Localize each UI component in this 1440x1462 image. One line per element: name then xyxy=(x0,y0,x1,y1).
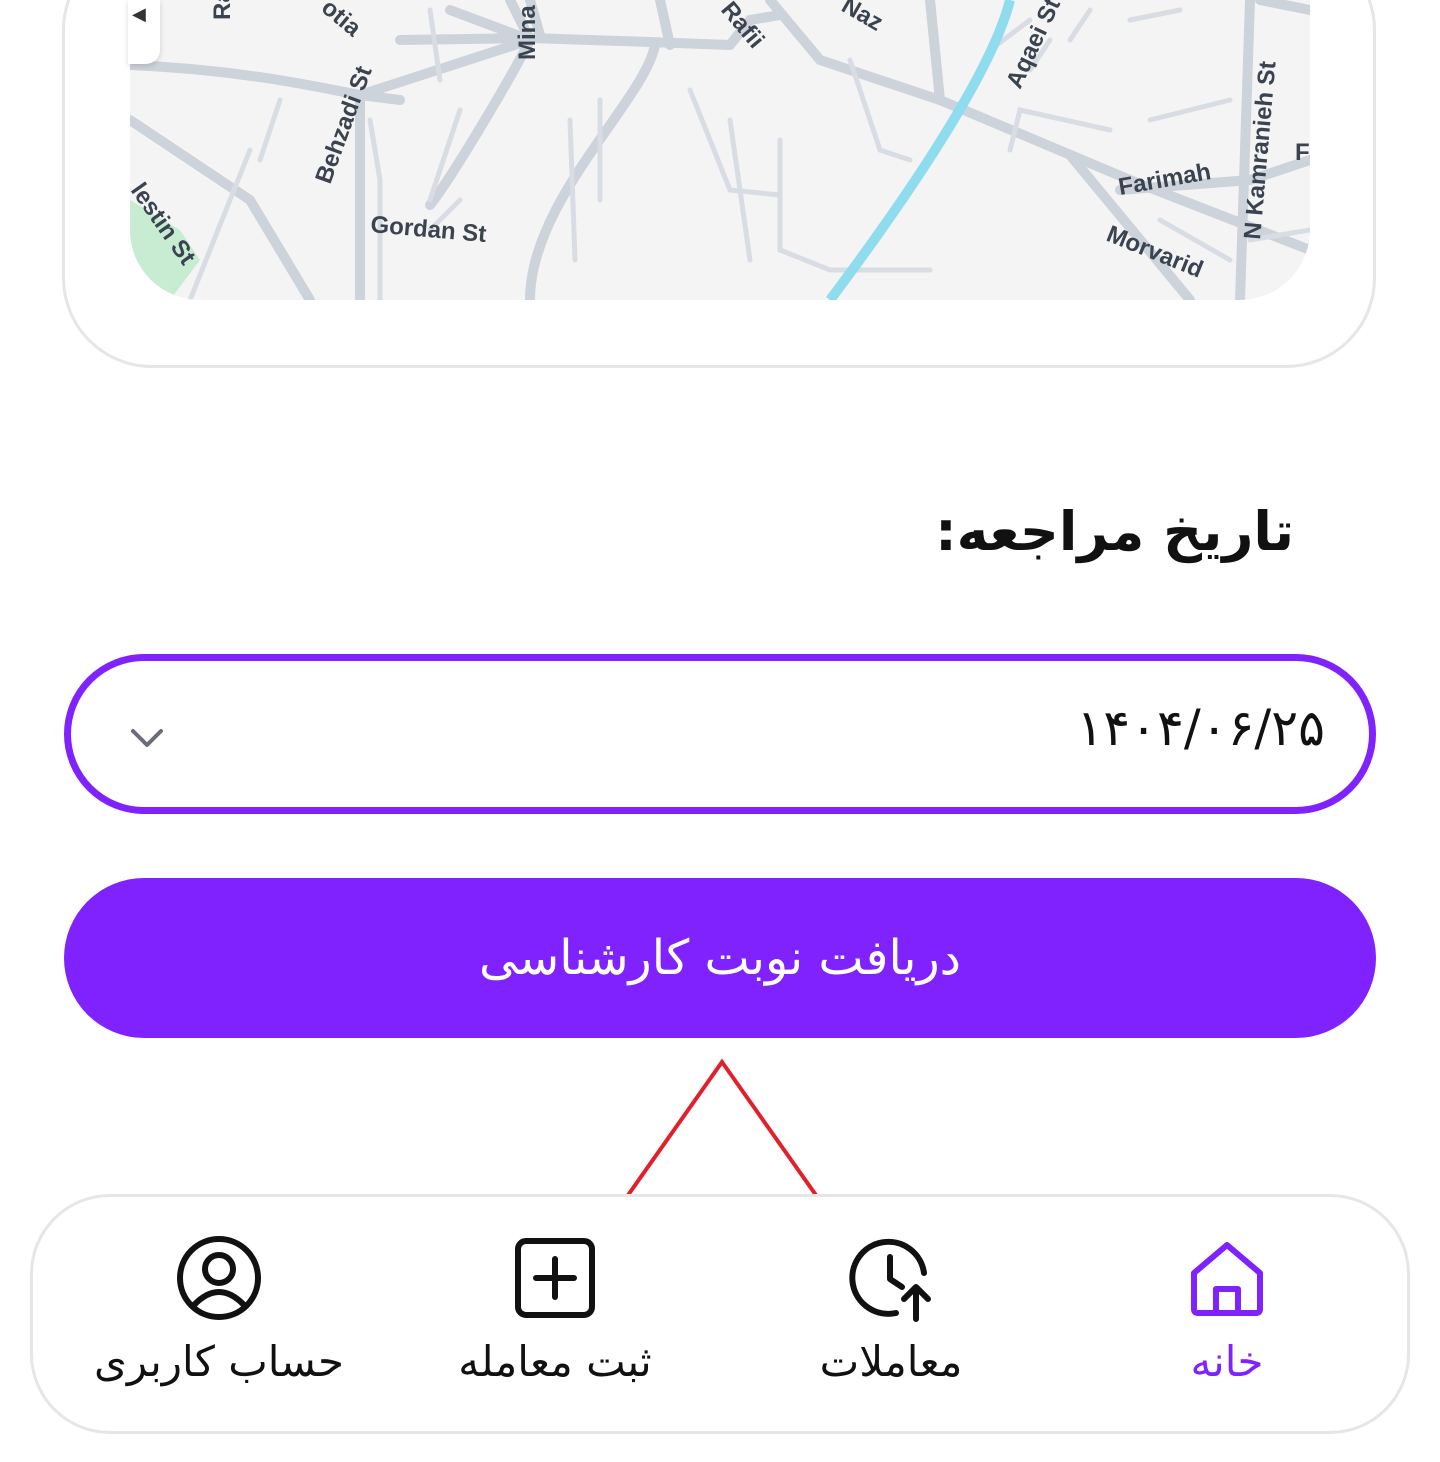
tab-account[interactable]: حساب کاربری xyxy=(69,1227,369,1407)
history-icon xyxy=(849,1238,931,1322)
tab-home-label: خانه xyxy=(1190,1337,1264,1386)
user-circle-icon xyxy=(177,1236,261,1320)
chevron-down-icon xyxy=(131,729,163,747)
svg-text:Morvarid: Morvarid xyxy=(1103,221,1207,284)
bottom-navigation: خانه معاملات ثبت معامله حساب کاربری xyxy=(30,1194,1410,1434)
svg-text:Gordan St: Gordan St xyxy=(369,211,487,248)
add-square-icon xyxy=(515,1238,595,1318)
get-expert-appointment-button[interactable]: دریافت نوبت کارشناسی xyxy=(64,878,1376,1038)
tab-home[interactable]: خانه xyxy=(1077,1227,1377,1407)
visit-date-value: ۱۴۰۴/۰۶/۲۵ xyxy=(1076,699,1325,757)
svg-text:Naz: Naz xyxy=(837,0,887,37)
tab-register-transaction[interactable]: ثبت معامله xyxy=(405,1227,705,1407)
map-collapse-handle[interactable]: ◀ xyxy=(128,0,160,64)
location-map[interactable]: Ra otia Behzadi St Gordan St Mina Rafii … xyxy=(130,0,1310,300)
tab-account-label: حساب کاربری xyxy=(94,1337,344,1386)
svg-text:Ra: Ra xyxy=(209,0,236,20)
home-icon xyxy=(1191,1242,1263,1316)
chevron-left-icon: ◀ xyxy=(132,4,146,25)
svg-text:otia: otia xyxy=(316,0,367,42)
visit-date-select[interactable]: ۱۴۰۴/۰۶/۲۵ xyxy=(64,654,1376,814)
svg-text:F: F xyxy=(1295,139,1310,166)
svg-text:Mina: Mina xyxy=(514,5,541,60)
svg-text:Behzadi St: Behzadi St xyxy=(310,63,377,188)
visit-date-label: تاریخ مراجعه: xyxy=(935,500,1294,563)
tab-transactions[interactable]: معاملات xyxy=(741,1227,1041,1407)
tab-register-transaction-label: ثبت معامله xyxy=(458,1337,652,1386)
map-roads: Ra otia Behzadi St Gordan St Mina Rafii … xyxy=(130,0,1310,300)
tab-transactions-label: معاملات xyxy=(819,1337,963,1386)
